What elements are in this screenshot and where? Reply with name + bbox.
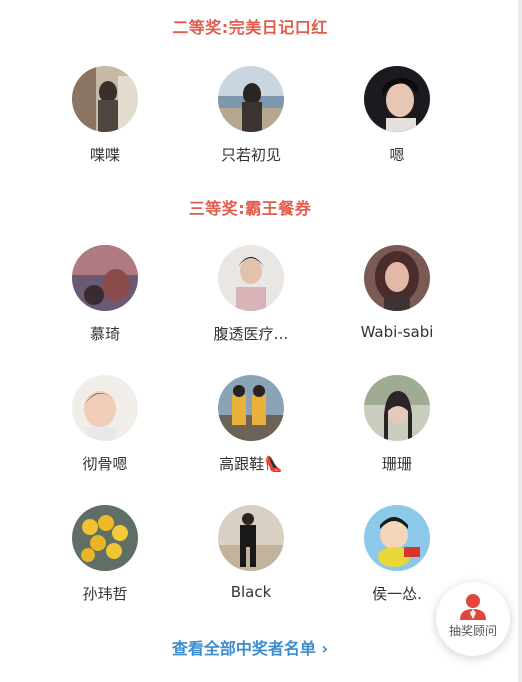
winner-name: 孙玮哲	[82, 585, 128, 603]
winner-avatar	[364, 245, 430, 311]
person-icon	[460, 594, 486, 620]
winner-name: Black	[230, 583, 272, 601]
winner-avatar	[218, 66, 284, 132]
winner-avatar-cartoon	[364, 505, 430, 571]
winner-card[interactable]: 慕琦	[32, 245, 178, 344]
winner-avatar	[72, 375, 138, 441]
winners-row: 慕琦 腹透医疗… Wabi-sabi	[0, 245, 500, 375]
winner-avatar	[72, 505, 138, 571]
winner-avatar	[72, 245, 138, 311]
winner-name: 彻骨嗯	[82, 455, 128, 473]
winner-card[interactable]: 彻骨嗯	[32, 375, 178, 474]
winner-card[interactable]: 孙玮哲	[32, 505, 178, 604]
winner-card[interactable]: 珊珊	[324, 375, 470, 474]
winner-name: 喋喋	[89, 146, 120, 164]
winner-card[interactable]: 腹透医疗…	[178, 245, 324, 344]
winner-avatar	[364, 66, 430, 132]
winner-avatar	[364, 375, 430, 441]
winner-card[interactable]: 侯一怂.	[324, 505, 470, 604]
lottery-advisor-button[interactable]: 抽奖顾问	[436, 582, 510, 656]
section-title-second-prize: 二等奖:完美日记口红	[172, 18, 328, 37]
winner-name: 慕琦	[89, 325, 120, 343]
winner-avatar	[72, 66, 138, 132]
winner-card[interactable]: 只若初见	[178, 66, 324, 165]
winner-avatar	[218, 245, 284, 311]
advisor-label: 抽奖顾问	[448, 624, 497, 638]
section-title-third-prize: 三等奖:霸王餐券	[188, 199, 312, 218]
winner-card[interactable]: 嗯	[324, 66, 470, 165]
winners-row: 喋喋 只若初见 嗯	[0, 66, 500, 196]
winner-card[interactable]: 喋喋	[32, 66, 178, 165]
view-all-winners-link[interactable]: 查看全部中奖者名单 ›	[0, 635, 500, 659]
winner-card[interactable]: Black	[178, 505, 324, 601]
winners-row: 孙玮哲 Black 侯一怂.	[0, 505, 500, 635]
winners-row: 彻骨嗯 高跟鞋👠 珊珊	[0, 375, 500, 505]
winner-name: Wabi-sabi	[360, 323, 434, 341]
winner-name: 高跟鞋👠	[219, 455, 283, 473]
page-edge	[518, 0, 522, 682]
winner-avatar	[218, 505, 284, 571]
winner-card[interactable]: 高跟鞋👠	[178, 375, 324, 474]
winner-name: 腹透医疗…	[213, 325, 289, 343]
winner-name: 只若初见	[220, 146, 281, 164]
winner-name: 嗯	[389, 146, 405, 164]
winner-card[interactable]: Wabi-sabi	[324, 245, 470, 341]
winner-avatar	[218, 375, 284, 441]
winner-name: 珊珊	[381, 455, 412, 473]
